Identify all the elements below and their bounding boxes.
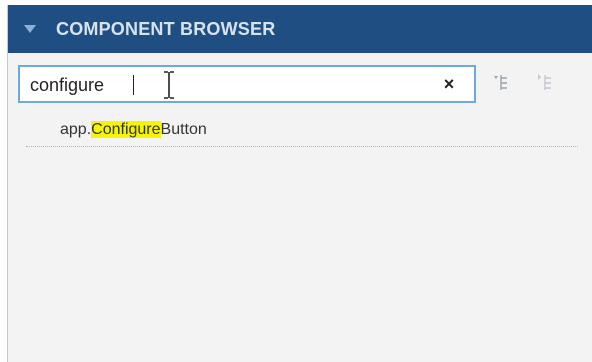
label-suffix: Button [160, 121, 207, 138]
component-browser-panel: COMPONENT BROWSER × app.ConfigureButton [7, 5, 592, 362]
search-input[interactable] [30, 73, 420, 97]
collapse-all-icon[interactable] [536, 73, 558, 93]
panel-title: COMPONENT BROWSER [56, 19, 276, 39]
tree-item-label: app.ConfigureButton [60, 121, 207, 139]
search-match-highlight: Configure [91, 121, 161, 138]
panel-header[interactable]: COMPONENT BROWSER [8, 5, 592, 53]
clear-search-button[interactable]: × [440, 75, 458, 93]
collapse-triangle-icon[interactable] [24, 25, 36, 33]
label-prefix: app. [60, 121, 92, 138]
text-caret [133, 75, 134, 95]
tree-item-configure-button[interactable]: app.ConfigureButton [26, 113, 578, 147]
search-box[interactable]: × [18, 65, 476, 103]
ibeam-cursor-icon [164, 71, 174, 99]
search-toolbar: × [8, 53, 592, 113]
expand-all-icon[interactable] [492, 73, 514, 93]
